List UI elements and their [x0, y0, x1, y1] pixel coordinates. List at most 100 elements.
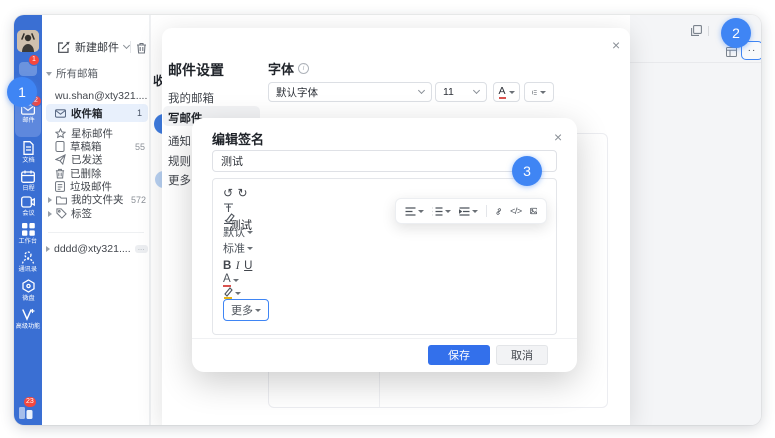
account-secondary[interactable]: dddd@xty321.... … [46, 242, 148, 255]
sidebar-item-inbox[interactable]: 收件箱 [46, 104, 148, 122]
modal-footer-divider [192, 338, 577, 339]
rail-org-badge: 23 [24, 397, 36, 407]
rail-item-label: 工作台 [19, 238, 38, 245]
highlight-color-button[interactable] [223, 287, 269, 299]
tag-icon [56, 208, 67, 219]
myfolders-label: 我的文件夹 [71, 192, 124, 207]
caret-down-icon [233, 279, 239, 282]
info-icon: i [298, 63, 309, 74]
text-color-icon: A [223, 274, 231, 287]
rail-item-advanced[interactable]: 高级功能 [15, 308, 41, 330]
settings-title: 邮件设置 [168, 60, 224, 80]
caret-down-icon [445, 210, 451, 213]
rail-item-docs[interactable]: 文档 [15, 141, 41, 164]
annotation-step-3: 3 [512, 156, 542, 186]
rail-hidden-badge: 1 [29, 55, 39, 65]
rail-item-calendar[interactable]: 日程 [15, 170, 41, 192]
meeting-icon [21, 196, 35, 208]
settings-close-button[interactable]: × [612, 38, 620, 52]
document-icon [22, 141, 35, 155]
rail-item-label: 文档 [22, 157, 34, 164]
advanced-features-icon [21, 308, 35, 321]
account-primary-label: wu.shan@xty321.... [55, 90, 147, 102]
undo-icon[interactable]: ↺ [223, 186, 233, 200]
inbox-icon [55, 109, 66, 118]
all-mailboxes-toggle[interactable]: 所有邮箱 [46, 67, 98, 80]
caret-down-icon [235, 292, 241, 295]
sidebar-item-sent[interactable]: 已发送 [55, 153, 103, 166]
popout-icon[interactable] [691, 25, 702, 36]
myfolders-count: 572 [131, 195, 146, 205]
line-spacing-icon [532, 88, 537, 97]
edit-signature-modal: 编辑签名 × ↺ ↻ 默认 标准 [192, 118, 577, 372]
save-button[interactable]: 保存 [428, 345, 490, 365]
link-icon[interactable] [495, 206, 502, 217]
code-icon[interactable]: </> [510, 206, 522, 216]
twisty-down-icon [46, 72, 52, 76]
annotation-step-2: 2 [721, 18, 751, 48]
font-family-value: 默认字体 [276, 85, 318, 100]
sidebar-item-tags[interactable]: 标签 [48, 207, 92, 220]
line-spacing-button[interactable] [524, 82, 554, 102]
calendar-icon [21, 170, 35, 183]
bold-button[interactable]: B [223, 260, 231, 272]
rail-item-meeting[interactable]: 会议 [15, 196, 41, 217]
editor-body-text[interactable]: 测试 [229, 217, 252, 233]
caret-down-icon [255, 309, 261, 312]
chevron-down-icon [123, 42, 130, 49]
rail-item-label: 邮件 [22, 117, 34, 124]
image-icon[interactable] [530, 206, 537, 216]
layout-icon[interactable] [726, 47, 737, 57]
toolbar-divider [130, 41, 131, 53]
avatar[interactable] [17, 30, 39, 52]
list-button[interactable] [432, 207, 451, 216]
font-color-icon: A [499, 86, 506, 99]
cancel-button[interactable]: 取消 [496, 345, 548, 365]
editor-toolbar: ↺ ↻ 默认 标准 B I [223, 184, 269, 321]
rail-item-drive[interactable]: 微盘 [15, 279, 41, 302]
font-size-select[interactable]: 11 [435, 82, 487, 102]
editor-more-button[interactable]: 更多 [223, 299, 269, 321]
align-icon [405, 207, 416, 216]
rail-item-contacts[interactable]: 通讯录 [15, 251, 41, 273]
align-button[interactable] [405, 207, 424, 216]
avatar-person-icon [17, 30, 39, 52]
indent-icon [459, 207, 470, 216]
settings-nav-mymailbox[interactable]: 我的邮箱 [168, 90, 268, 106]
content-pane: ·· [630, 15, 761, 425]
more-dots-icon: ·· [748, 45, 757, 56]
caret-down-icon [540, 91, 546, 94]
spam-icon [55, 181, 65, 192]
redo-icon[interactable]: ↻ [238, 186, 248, 200]
folder-icon [56, 195, 67, 205]
tags-label: 标签 [71, 206, 92, 221]
highlight-pen-icon [223, 287, 233, 299]
font-color-button[interactable]: A [493, 82, 520, 102]
rail-item-label: 会议 [22, 210, 34, 217]
rail-item-workbench[interactable]: 工作台 [15, 223, 41, 245]
sidebar-item-myfolders[interactable]: 我的文件夹 [48, 193, 124, 206]
pane-toolbar-divider [708, 26, 709, 36]
editor-size-select[interactable]: 标准 [223, 240, 269, 256]
draft-icon [55, 141, 65, 152]
rail-item-label: 通讯录 [19, 266, 38, 273]
text-color-button[interactable]: A [223, 274, 269, 287]
account-primary[interactable]: wu.shan@xty321.... [55, 89, 147, 102]
modal-close-button[interactable]: × [554, 130, 562, 144]
twisty-right-icon [48, 197, 52, 203]
list-icon [432, 207, 443, 216]
folder-panel: 新建邮件 删 所有邮箱 wu.shan@xty321.... 收件箱 1 [42, 15, 150, 425]
signature-name-input[interactable] [212, 150, 557, 172]
indent-button[interactable] [459, 207, 478, 216]
format-painter-icon[interactable] [223, 202, 234, 213]
underline-button[interactable]: U [244, 260, 252, 272]
inbox-count: 1 [137, 108, 142, 118]
italic-button[interactable]: I [236, 260, 240, 272]
font-size-value: 11 [443, 86, 454, 98]
account-secondary-label: dddd@xty321.... [54, 243, 131, 255]
compose-button[interactable]: 新建邮件 [57, 39, 129, 55]
font-family-select[interactable]: 默认字体 [268, 82, 432, 102]
compose-icon [57, 41, 70, 54]
account-more-icon[interactable]: … [135, 245, 148, 253]
pane-header-divider [630, 62, 761, 63]
